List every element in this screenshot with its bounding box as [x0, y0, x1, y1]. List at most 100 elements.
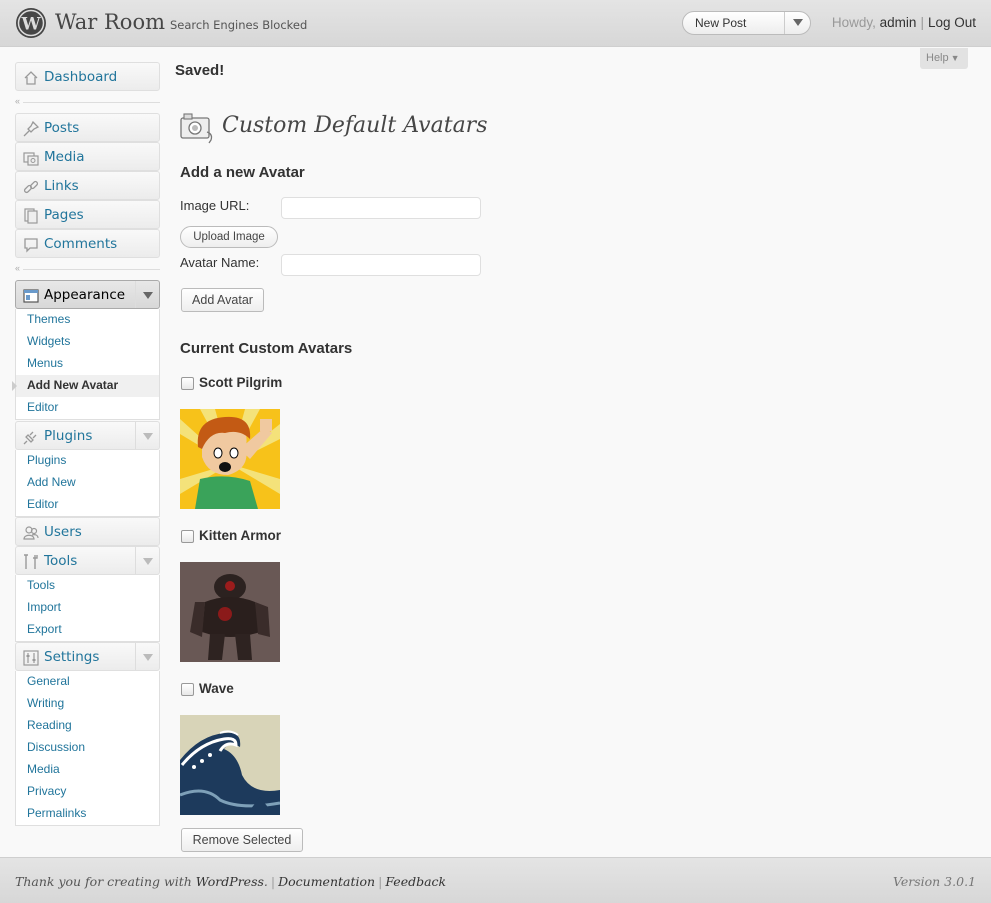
plug-icon	[23, 431, 37, 445]
sidebar-item-label: Media	[44, 149, 85, 165]
submenu-item-plugins[interactable]: Plugins	[16, 450, 159, 472]
current-item-arrow-icon	[12, 381, 17, 391]
avatar-checkbox[interactable]	[181, 683, 194, 696]
submenu-item-import[interactable]: Import	[16, 597, 159, 619]
pages-icon	[24, 208, 38, 224]
help-arrow-icon: ▼	[950, 53, 960, 63]
submenu-item-privacy[interactable]: Privacy	[16, 781, 159, 803]
avatar-checkbox[interactable]	[181, 530, 194, 543]
add-avatar-button[interactable]: Add Avatar	[181, 288, 264, 312]
collapse-arrow-icon: «	[15, 263, 21, 273]
wordpress-logo-icon[interactable]: W	[15, 7, 47, 39]
avatar-checkbox[interactable]	[181, 377, 194, 390]
settings-submenu: General Writing Reading Discussion Media…	[15, 671, 160, 826]
separator: |	[920, 15, 924, 30]
sidebar-item-posts[interactable]: Posts	[15, 113, 160, 142]
submenu-item-writing[interactable]: Writing	[16, 693, 159, 715]
sidebar-item-plugins[interactable]: Plugins	[15, 421, 160, 450]
site-title[interactable]: War Room	[55, 10, 165, 34]
submenu-item-widgets[interactable]: Widgets	[16, 331, 159, 353]
new-post-link[interactable]: New Post	[695, 16, 746, 30]
appearance-submenu: Themes Widgets Menus Add New Avatar Edit…	[15, 309, 160, 420]
avatar-name: Wave	[199, 681, 234, 696]
favorite-actions-toggle[interactable]	[784, 12, 810, 34]
add-avatar-heading: Add a new Avatar	[180, 164, 305, 181]
submenu-item-tools[interactable]: Tools	[16, 575, 159, 597]
sidebar-item-settings[interactable]: Settings	[15, 642, 160, 671]
sidebar-item-label: Dashboard	[44, 69, 118, 85]
submenu-item-general[interactable]: General	[16, 671, 159, 693]
howdy-text: Howdy,	[831, 15, 880, 30]
submenu-item-add-new-avatar[interactable]: Add New Avatar	[16, 375, 159, 397]
sidebar-item-users[interactable]: Users	[15, 517, 160, 546]
plugins-submenu: Plugins Add New Editor	[15, 450, 160, 517]
page-title: Custom Default Avatars	[222, 113, 488, 138]
admin-header: W War Room Search Engines Blocked New Po…	[0, 0, 991, 47]
sidebar-item-label: Settings	[44, 649, 100, 665]
favorite-actions-dropdown[interactable]: New Post	[682, 11, 811, 35]
site-visibility-notice[interactable]: Search Engines Blocked	[170, 18, 307, 32]
submenu-item-themes[interactable]: Themes	[16, 309, 159, 331]
wordpress-link[interactable]: WordPress	[196, 874, 264, 889]
chevron-down-icon	[143, 433, 153, 440]
image-url-label: Image URL:	[180, 198, 250, 213]
users-icon	[23, 526, 39, 540]
sidebar-item-label: Links	[44, 178, 79, 194]
sidebar-item-tools[interactable]: Tools	[15, 546, 160, 575]
submenu-item-export[interactable]: Export	[16, 619, 159, 641]
submenu-item-menus[interactable]: Menus	[16, 353, 159, 375]
sidebar-item-links[interactable]: Links	[15, 171, 160, 200]
submenu-toggle[interactable]	[135, 422, 159, 449]
avatar-image	[180, 562, 280, 662]
sidebar-item-comments[interactable]: Comments	[15, 229, 160, 258]
submenu-item-plugin-editor[interactable]: Editor	[16, 494, 159, 516]
link-icon	[23, 180, 39, 194]
sidebar-item-appearance[interactable]: Appearance	[15, 280, 160, 309]
image-url-input[interactable]	[281, 197, 481, 219]
chevron-down-icon	[143, 558, 153, 565]
submenu-item-media-settings[interactable]: Media	[16, 759, 159, 781]
submenu-toggle[interactable]	[135, 643, 159, 670]
svg-text:W: W	[20, 15, 41, 35]
version-text: Version 3.0.1	[892, 874, 976, 889]
sidebar-item-label: Tools	[44, 553, 78, 569]
menu-separator-collapse[interactable]: «	[15, 263, 160, 275]
sidebar-item-pages[interactable]: Pages	[15, 200, 160, 229]
media-icon	[23, 152, 39, 166]
appearance-icon	[23, 289, 39, 303]
help-tab[interactable]: Help ▼	[920, 48, 968, 69]
avatar-camera-icon	[180, 113, 213, 144]
help-label: Help	[926, 52, 949, 64]
upload-image-button[interactable]: Upload Image	[180, 226, 278, 248]
admin-footer: Thank you for creating with WordPress. | D…	[0, 857, 991, 903]
avatar-name-label: Avatar Name:	[180, 255, 260, 270]
feedback-link[interactable]: Feedback	[385, 874, 446, 889]
submenu-item-add-new[interactable]: Add New	[16, 472, 159, 494]
avatar-image	[180, 409, 280, 509]
avatar-name-input[interactable]	[281, 254, 481, 276]
sidebar-item-label: Users	[44, 524, 82, 540]
sidebar-item-media[interactable]: Media	[15, 142, 160, 171]
avatar-name: Kitten Armor	[199, 528, 282, 543]
submenu-item-reading[interactable]: Reading	[16, 715, 159, 737]
documentation-link[interactable]: Documentation	[278, 874, 375, 889]
submenu-item-permalinks[interactable]: Permalinks	[16, 803, 159, 825]
chevron-down-icon	[143, 654, 153, 661]
chevron-down-icon	[793, 19, 803, 26]
submenu-toggle[interactable]	[135, 547, 159, 574]
home-icon	[24, 71, 38, 85]
separator: |	[378, 874, 383, 889]
collapse-arrow-icon: «	[15, 96, 21, 106]
footer-credits: Thank you for creating with WordPress. | D…	[15, 874, 446, 889]
remove-selected-button[interactable]: Remove Selected	[181, 828, 303, 852]
sidebar-item-dashboard[interactable]: Dashboard	[15, 62, 160, 91]
user-info: Howdy, admin | Log Out	[832, 15, 976, 30]
logout-link[interactable]: Log Out	[928, 15, 976, 30]
submenu-item-editor[interactable]: Editor	[16, 397, 159, 419]
user-name-link[interactable]: admin	[880, 15, 917, 30]
menu-separator-collapse[interactable]: «	[15, 96, 160, 108]
pin-icon	[23, 121, 39, 137]
submenu-toggle[interactable]	[135, 281, 159, 308]
sidebar-item-label: Plugins	[44, 428, 93, 444]
submenu-item-discussion[interactable]: Discussion	[16, 737, 159, 759]
